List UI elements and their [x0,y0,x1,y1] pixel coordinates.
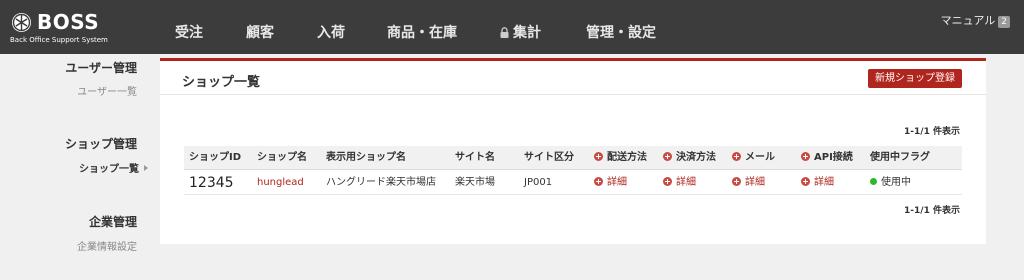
sidebar-item-user-list[interactable]: ユーザー一覧 [77,83,137,98]
lock-icon [500,25,509,38]
cell-active-flag: 使用中 [870,171,911,195]
header-mail-label: メール [745,152,775,163]
plus-icon [801,152,810,161]
plus-icon [732,177,741,186]
plus-icon [663,152,672,161]
sidebar-item-company-settings[interactable]: 企業情報設定 [77,238,137,253]
cell-site-name: 楽天市場 [455,177,495,188]
mail-detail-label: 詳細 [745,177,765,188]
manual-badge: 2 [998,16,1010,28]
header-payment-label: 決済方法 [676,152,716,163]
cell-display-name: ハングリード楽天市場店 [326,177,436,188]
plus-icon [594,177,603,186]
result-count-bottom: 1-1/1 件表示 [904,206,960,216]
panel-divider [160,94,986,95]
logo-subtitle: Back Office Support System [10,36,108,44]
sidebar-item-shop-list-label: ショップ一覧 [79,164,139,175]
shop-list-panel: ショップ一覧 新規ショップ登録 1-1/1 件表示 ショップID ショップ名 表… [160,58,986,244]
cell-shop-name-link[interactable]: hunglead [257,171,304,195]
nav-item-reports-label: 集計 [513,25,541,41]
nav-item-customers[interactable]: 顧客 [246,24,274,42]
status-label: 使用中 [881,177,911,188]
nav-item-orders[interactable]: 受注 [175,24,203,42]
header-site-name: サイト名 [455,152,495,163]
plus-icon [594,152,603,161]
manual-label: マニュアル [940,14,996,27]
shipping-detail-link[interactable]: 詳細 [594,171,627,195]
header-api-label: API接続 [814,152,853,163]
page-title: ショップ一覧 [182,75,261,90]
manual-link[interactable]: マニュアル 2 [941,14,1010,28]
payment-detail-label: 詳細 [676,177,696,188]
header-active-flag: 使用中フラグ [870,152,930,163]
boss-logo-icon [12,13,31,32]
sidebar-heading-users: ユーザー管理 [65,61,137,75]
boss-logo[interactable]: BOSS Back Office Support System [8,10,158,46]
status-dot-icon [870,178,877,185]
cell-shop-id: 12345 [189,175,234,191]
sidebar-heading-shops: ショップ管理 [64,137,137,151]
api-detail-link[interactable]: 詳細 [801,171,834,195]
top-navbar: BOSS Back Office Support System 受注 顧客 入荷… [0,0,1024,54]
result-count-top: 1-1/1 件表示 [904,127,960,137]
header-site-type: サイト区分 [524,152,574,163]
header-mail[interactable]: メール [732,146,775,170]
nav-item-admin-settings[interactable]: 管理・設定 [586,24,656,42]
mail-detail-link[interactable]: 詳細 [732,171,765,195]
sidebar-heading-company: 企業管理 [88,215,137,229]
cell-site-type: JP001 [524,177,553,188]
nav-item-products-inventory[interactable]: 商品・在庫 [387,24,457,42]
logo-title: BOSS [37,10,100,34]
header-display-name: 表示用ショップ名 [326,152,406,163]
table-header: ショップID ショップ名 表示用ショップ名 サイト名 サイト区分 配送方法 決済… [184,146,962,170]
new-shop-button[interactable]: 新規ショップ登録 [868,69,962,88]
header-api[interactable]: API接続 [801,146,853,170]
sidebar-item-shop-list[interactable]: ショップ一覧 [79,160,148,175]
nav-item-arrivals[interactable]: 入荷 [317,24,345,42]
shipping-detail-label: 詳細 [607,177,627,188]
header-shipping-label: 配送方法 [607,152,647,163]
payment-detail-link[interactable]: 詳細 [663,171,696,195]
plus-icon [663,177,672,186]
api-detail-label: 詳細 [814,177,834,188]
plus-icon [732,152,741,161]
header-shipping[interactable]: 配送方法 [594,146,647,170]
header-shop-name: ショップ名 [257,152,307,163]
nav-item-reports[interactable]: 集計 [500,24,541,42]
header-payment[interactable]: 決済方法 [663,146,716,170]
caret-right-icon [144,165,148,171]
header-shop-id: ショップID [189,152,242,163]
table-row: 12345 hunglead ハングリード楽天市場店 楽天市場 JP001 詳細… [184,171,962,195]
plus-icon [801,177,810,186]
